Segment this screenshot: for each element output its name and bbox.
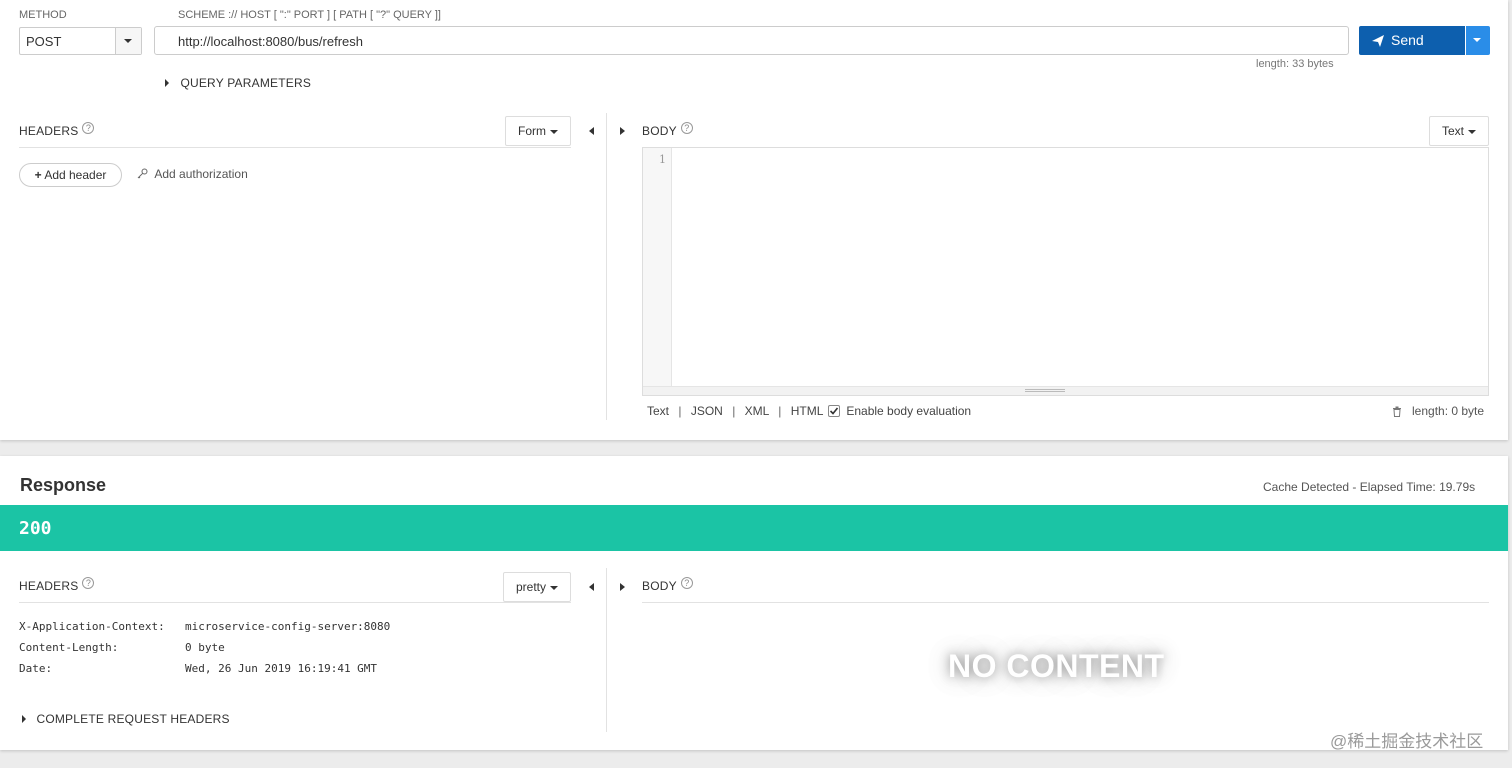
help-icon[interactable]: ? (82, 122, 95, 134)
collapse-right-icon[interactable] (620, 583, 625, 591)
separator: | (678, 404, 682, 418)
chevron-down-icon (1473, 38, 1481, 42)
enable-body-eval-label: Enable body evaluation (846, 404, 972, 418)
request-headers-title: HEADERS? (19, 122, 95, 138)
complete-request-headers-toggle[interactable]: COMPLETE REQUEST HEADERS (22, 710, 230, 728)
url-value: http://localhost:8080/bus/refresh (178, 34, 364, 49)
chevron-down-icon (1468, 129, 1477, 134)
editor-resize-handle[interactable] (643, 386, 1488, 395)
format-link-html[interactable]: HTML (791, 404, 824, 418)
request-headers-title-text: HEADERS (19, 124, 79, 138)
help-icon[interactable]: ? (680, 577, 693, 589)
header-name: Date: (19, 662, 53, 675)
grip-icon (1025, 389, 1065, 392)
separator: | (732, 404, 736, 418)
headers-mode-select[interactable]: Form (505, 116, 571, 146)
headers-mode-value: Form (518, 124, 546, 138)
header-value: microservice-config-server:8080 (185, 620, 391, 633)
url-length: length: 33 bytes (1256, 58, 1334, 70)
line-gutter: 1 (643, 148, 672, 386)
response-panel: Response Cache Detected - Elapsed Time: … (0, 456, 1508, 750)
send-icon (1372, 35, 1384, 47)
method-select[interactable]: POST (19, 27, 142, 55)
add-authorization-label: Add authorization (154, 167, 248, 181)
help-icon[interactable]: ? (82, 577, 95, 589)
send-options-toggle[interactable] (1466, 26, 1490, 55)
key-icon (137, 168, 148, 179)
method-dropdown-toggle[interactable] (115, 28, 141, 54)
splitter[interactable] (606, 568, 607, 732)
complete-request-headers-label: COMPLETE REQUEST HEADERS (36, 712, 230, 726)
body-mode-value: Text (1442, 124, 1465, 138)
divider (19, 602, 571, 603)
response-headers-mode-value: pretty (516, 580, 547, 594)
header-value: Wed, 26 Jun 2019 16:19:41 GMT (185, 662, 378, 675)
format-link-text[interactable]: Text (647, 404, 669, 418)
response-title: Response (20, 475, 107, 495)
request-panel: METHOD POST SCHEME :// HOST [ ":" PORT ]… (0, 0, 1508, 440)
help-icon[interactable]: ? (680, 122, 693, 134)
body-editor[interactable]: 1 (642, 147, 1489, 396)
body-length: length: 0 byte (1412, 404, 1485, 418)
request-body-title-text: BODY (642, 124, 677, 138)
collapse-right-icon[interactable] (620, 127, 625, 135)
format-link-xml[interactable]: XML (745, 404, 769, 418)
url-input[interactable]: http://localhost:8080/bus/refresh (154, 26, 1349, 55)
query-parameters-toggle[interactable]: QUERY PARAMETERS (165, 74, 311, 92)
url-label: SCHEME :// HOST [ ":" PORT ] [ PATH [ "?… (178, 9, 441, 21)
response-body-title-text: BODY (642, 579, 677, 593)
method-label: METHOD (19, 9, 67, 21)
plus-icon: + (34, 168, 42, 182)
trash-icon[interactable] (1392, 406, 1402, 417)
status-code: 200 (19, 518, 52, 539)
collapse-left-icon[interactable] (589, 583, 594, 591)
response-headers-title: HEADERS? (19, 577, 95, 593)
caret-right-icon (165, 78, 169, 87)
query-parameters-label: QUERY PARAMETERS (180, 76, 312, 90)
chevron-down-icon (550, 585, 559, 590)
caret-right-icon (22, 714, 26, 723)
send-button[interactable]: Send (1359, 26, 1465, 55)
response-headers-list: X-Application-Context: microservice-confi… (19, 620, 390, 683)
status-bar: 200 (0, 505, 1508, 551)
send-label: Send (1391, 32, 1424, 48)
divider (642, 602, 1489, 603)
checkbox-checked-icon[interactable] (828, 405, 840, 417)
header-name: X-Application-Context: (19, 620, 165, 633)
no-content-label: NO CONTENT (948, 648, 1165, 684)
add-header-button[interactable]: + Add header (19, 163, 122, 187)
method-value: POST (26, 34, 62, 49)
splitter[interactable] (606, 113, 607, 420)
cache-info: Cache Detected - Elapsed Time: 19.79s (1263, 480, 1476, 494)
response-header-row: Content-Length: 0 byte (19, 641, 390, 662)
chevron-down-icon (124, 39, 132, 43)
response-headers-mode-select[interactable]: pretty (503, 572, 571, 602)
body-format-links: Text | JSON | XML | HTML (647, 404, 823, 418)
response-headers-title-text: HEADERS (19, 579, 79, 593)
line-number: 1 (659, 153, 666, 166)
format-link-json[interactable]: JSON (691, 404, 723, 418)
body-mode-select[interactable]: Text (1429, 116, 1489, 146)
separator: | (778, 404, 782, 418)
add-header-label: Add header (44, 168, 107, 182)
add-authorization-link[interactable]: Add authorization (137, 167, 248, 181)
collapse-left-icon[interactable] (589, 127, 594, 135)
enable-body-eval[interactable]: Enable body evaluation (828, 404, 971, 418)
watermark: @稀土掘金技术社区 (1330, 732, 1484, 751)
header-value: 0 byte (185, 641, 225, 654)
response-body-title: BODY? (642, 577, 693, 593)
divider (19, 147, 571, 148)
chevron-down-icon (550, 129, 558, 134)
request-body-title: BODY? (642, 122, 693, 138)
response-header-row: Date: Wed, 26 Jun 2019 16:19:41 GMT (19, 662, 390, 683)
response-header-row: X-Application-Context: microservice-confi… (19, 620, 390, 641)
header-name: Content-Length: (19, 641, 119, 654)
